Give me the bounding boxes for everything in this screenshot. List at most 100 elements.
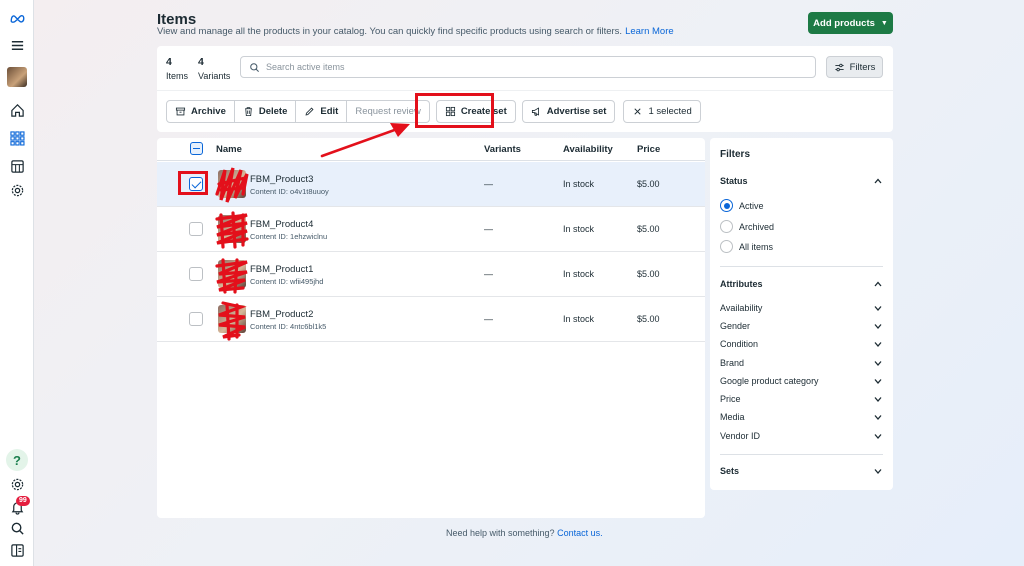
status-all-items-label[interactable]: All items — [739, 242, 773, 252]
product-availability: In stock — [563, 269, 595, 279]
table-row[interactable]: FBM_Product4 Content ID: 1ehzwiclnu — In… — [157, 207, 705, 252]
chevron-down-icon[interactable] — [874, 322, 882, 330]
status-section-header[interactable]: Status — [720, 176, 748, 186]
advertise-set-button[interactable]: Advertise set — [521, 100, 616, 123]
attribute-media[interactable]: Media — [720, 412, 745, 422]
chevron-down-icon[interactable] — [874, 359, 882, 367]
add-products-button[interactable]: Add products ▼ — [808, 12, 893, 34]
redaction-scribble — [215, 167, 249, 203]
divider — [157, 90, 893, 91]
row-checkbox[interactable] — [189, 312, 203, 326]
table-row[interactable]: FBM_Product2 Content ID: 4ntc6bl1k5 — In… — [157, 297, 705, 342]
attribute-condition[interactable]: Condition — [720, 339, 758, 349]
items-toolbar-card: 4 Items 4 Variants Filters Archive Delet… — [157, 46, 893, 132]
contact-us-link[interactable]: Contact us. — [557, 528, 603, 538]
delete-label: Delete — [258, 106, 288, 117]
row-checkbox[interactable] — [189, 267, 203, 281]
panel-icon[interactable] — [6, 539, 28, 561]
column-header-name[interactable]: Name — [216, 144, 242, 155]
chevron-up-icon[interactable] — [874, 280, 882, 288]
caret-down-icon: ▼ — [880, 19, 888, 27]
product-name[interactable]: FBM_Product4 — [250, 219, 313, 230]
close-icon — [634, 108, 642, 115]
divider — [720, 454, 883, 455]
attribute-gender[interactable]: Gender — [720, 321, 750, 331]
chevron-down-icon[interactable] — [874, 467, 882, 475]
chevron-down-icon[interactable] — [874, 413, 882, 421]
chevron-down-icon[interactable] — [874, 432, 882, 440]
meta-logo-icon[interactable] — [6, 7, 28, 29]
attribute-availability[interactable]: Availability — [720, 303, 762, 313]
home-icon[interactable] — [6, 99, 28, 121]
product-name[interactable]: FBM_Product2 — [250, 309, 313, 320]
status-active-label[interactable]: Active — [739, 201, 764, 211]
attribute-vendor-id[interactable]: Vendor ID — [720, 431, 760, 441]
settings-icon[interactable] — [6, 179, 28, 201]
attribute-brand[interactable]: Brand — [720, 358, 744, 368]
delete-button[interactable]: Delete — [234, 100, 297, 123]
filters-panel-title: Filters — [720, 149, 751, 160]
select-all-checkbox[interactable] — [190, 142, 203, 155]
chevron-down-icon[interactable] — [874, 395, 882, 403]
filters-button-label: Filters — [849, 61, 876, 73]
sliders-icon — [834, 63, 844, 71]
table-row[interactable]: FBM_Product1 Content ID: wfii495jhd — In… — [157, 252, 705, 297]
redaction-scribble — [215, 211, 249, 249]
product-price: $5.00 — [637, 314, 660, 324]
product-price: $5.00 — [637, 179, 660, 189]
menu-icon[interactable] — [6, 34, 28, 56]
status-all-items-radio[interactable] — [720, 240, 733, 253]
variants-count: 4 — [198, 56, 204, 68]
notification-badge: 99 — [16, 496, 30, 506]
chevron-down-icon[interactable] — [874, 340, 882, 348]
product-name[interactable]: FBM_Product1 — [250, 264, 313, 275]
product-content-id: Content ID: 4ntc6bl1k5 — [250, 322, 327, 331]
search-icon[interactable] — [6, 517, 28, 539]
chevron-down-icon[interactable] — [874, 377, 882, 385]
megaphone-icon — [531, 107, 539, 116]
create-set-highlight — [415, 93, 494, 128]
items-table: Name Variants Availability Price FBM_Pro… — [157, 138, 705, 518]
archive-icon — [175, 107, 186, 116]
settings-icon[interactable] — [6, 473, 28, 495]
search-icon — [250, 62, 259, 72]
table-header: Name Variants Availability Price — [157, 138, 705, 161]
edit-label: Edit — [320, 106, 339, 117]
status-active-radio[interactable] — [720, 199, 733, 212]
archive-button[interactable]: Archive — [166, 100, 235, 123]
chevron-up-icon[interactable] — [874, 177, 882, 185]
product-content-id: Content ID: wfii495jhd — [250, 277, 324, 286]
attributes-section-header[interactable]: Attributes — [720, 279, 763, 289]
help-icon[interactable]: ? — [6, 449, 28, 471]
attribute-google-product-category[interactable]: Google product category — [720, 376, 819, 386]
footer-help-text: Need help with something? — [446, 528, 555, 538]
search-box[interactable] — [240, 56, 816, 78]
column-header-availability[interactable]: Availability — [563, 144, 613, 155]
search-input[interactable] — [266, 62, 786, 72]
sets-section-header[interactable]: Sets — [720, 466, 739, 476]
product-name[interactable]: FBM_Product3 — [250, 174, 313, 185]
row-checkbox[interactable] — [189, 222, 203, 236]
variants-label: Variants — [198, 71, 231, 81]
status-archived-radio[interactable] — [720, 220, 733, 233]
learn-more-link[interactable]: Learn More — [625, 26, 674, 37]
items-stat: 4 Items — [166, 56, 188, 81]
filters-button[interactable]: Filters — [826, 56, 883, 78]
column-header-price[interactable]: Price — [637, 144, 660, 155]
avatar[interactable] — [7, 67, 27, 87]
left-sidebar: ? 99 — [0, 0, 34, 566]
grid-icon[interactable] — [6, 127, 28, 149]
status-archived-label[interactable]: Archived — [739, 222, 774, 232]
redaction-scribble — [218, 301, 247, 341]
clear-selection-button[interactable]: 1 selected — [623, 100, 701, 123]
archive-label: Archive — [191, 106, 226, 117]
items-label: Items — [166, 71, 189, 81]
request-review-label: Request review — [355, 106, 421, 117]
product-variants: — — [484, 314, 493, 324]
column-header-variants[interactable]: Variants — [484, 144, 521, 155]
table-row[interactable]: FBM_Product3 Content ID: o4v1t8uuoy — In… — [157, 162, 705, 207]
chevron-down-icon[interactable] — [874, 304, 882, 312]
product-price: $5.00 — [637, 269, 660, 279]
catalog-icon[interactable] — [6, 155, 28, 177]
attribute-price[interactable]: Price — [720, 394, 741, 404]
